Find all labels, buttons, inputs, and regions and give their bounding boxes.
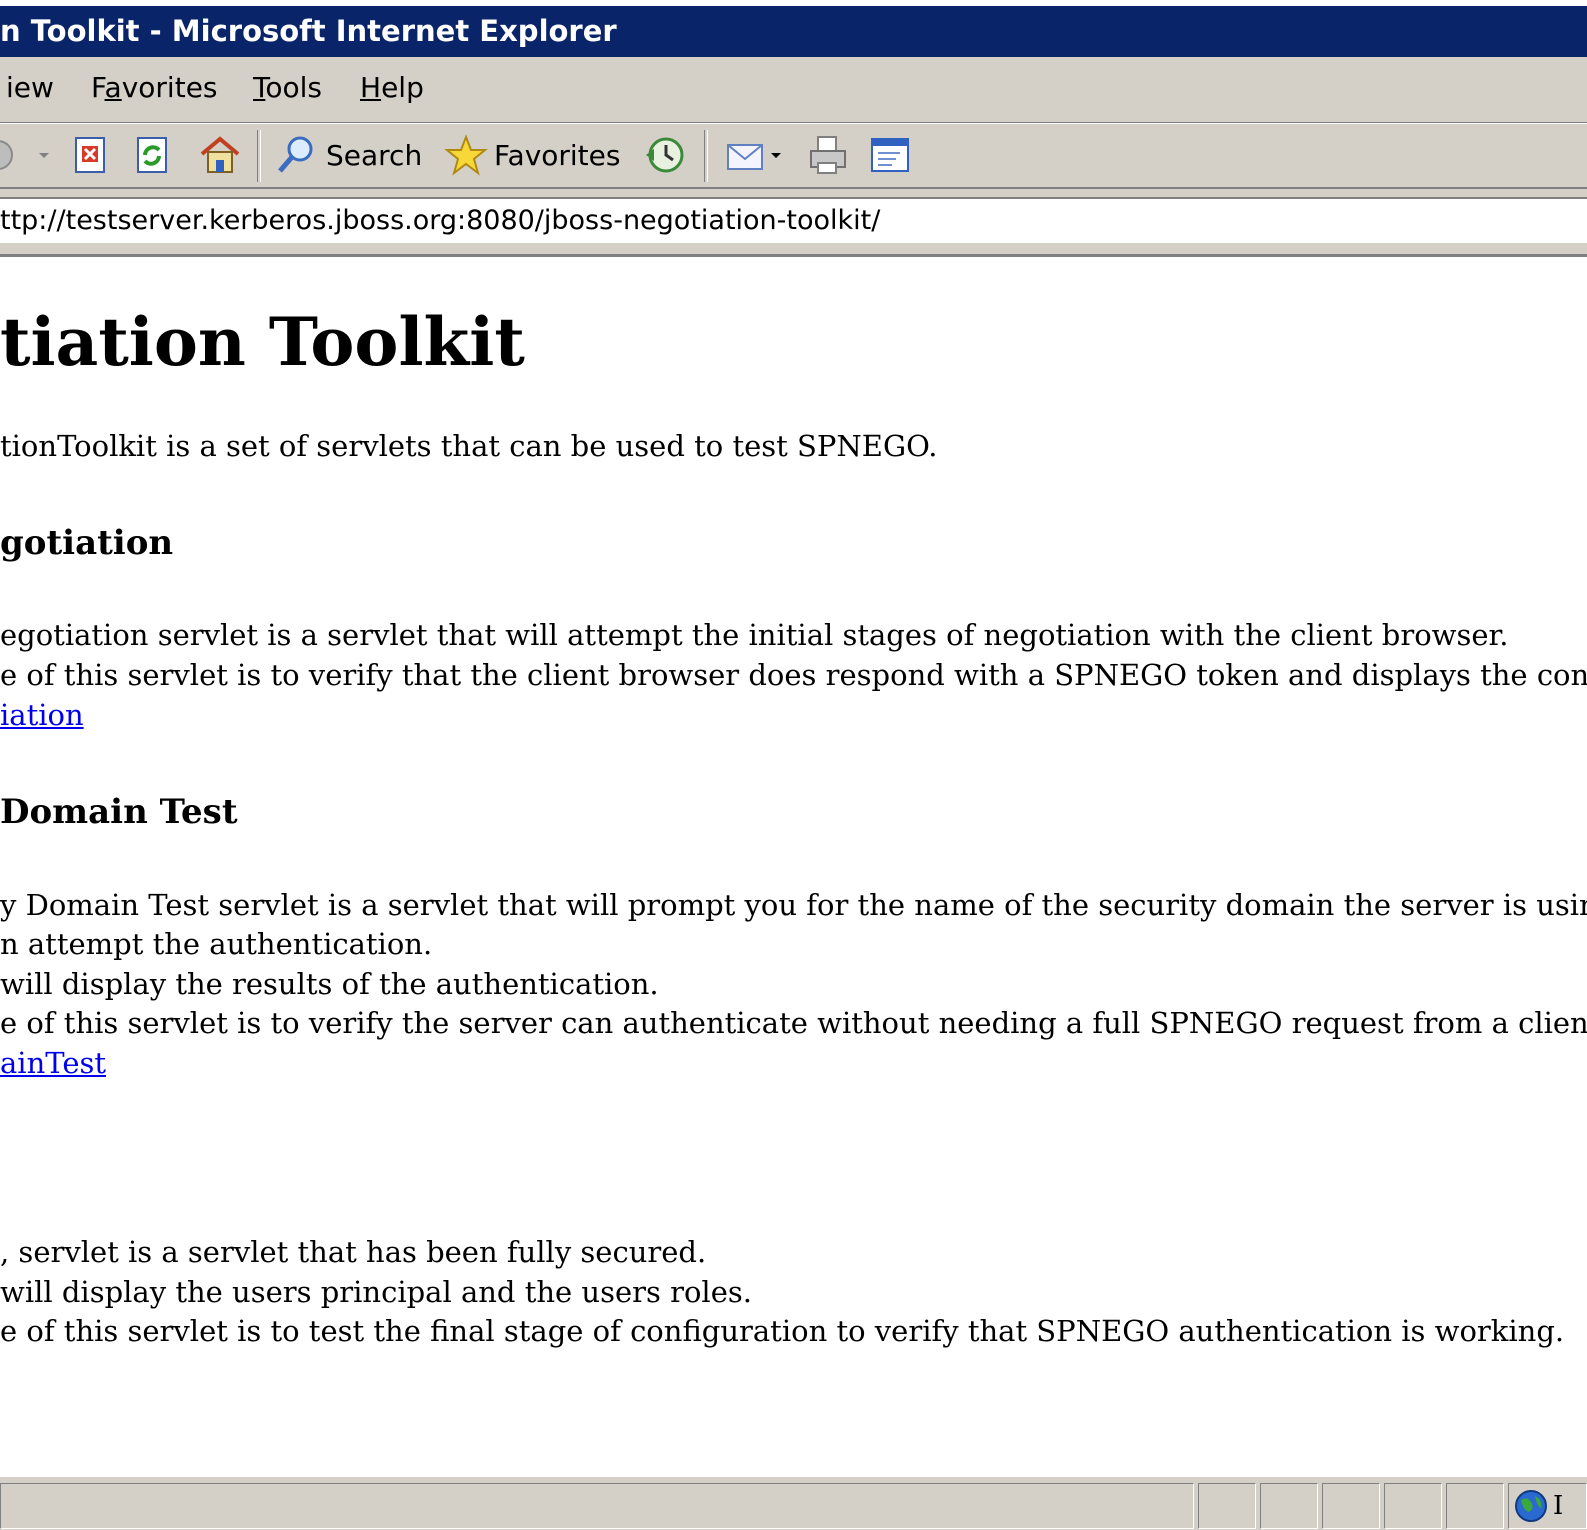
toolbar-separator-2 [704,130,708,182]
section-text: e of this servlet is to verify the serve… [0,1006,1587,1040]
refresh-button[interactable] [134,132,172,178]
title-bar: n Toolkit - Microsoft Internet Explorer [0,0,1587,57]
zone-text: I [1553,1491,1564,1521]
address-bar: ttp://testserver.kerberos.jboss.org:8080… [0,189,1587,257]
section-text: y Domain Test servlet is a servlet that … [0,888,1587,922]
search-button[interactable]: Search [274,132,422,178]
status-pane [1260,1483,1318,1529]
edit-icon [871,138,909,172]
globe-icon [1515,1490,1547,1522]
menu-view-label: iew [6,71,54,104]
section-text: will display the users principal and the… [0,1275,752,1309]
mail-button[interactable] [724,132,784,178]
menu-help[interactable]: Help [360,71,424,104]
menu-view[interactable]: iew [0,71,54,104]
status-text-pane [0,1483,1194,1529]
status-pane [1198,1483,1256,1529]
address-url: ttp://testserver.kerberos.jboss.org:8080… [0,205,881,236]
refresh-icon [137,137,167,173]
domain-test-link[interactable]: ainTest [0,1046,106,1080]
forward-icon [0,140,13,170]
history-icon [646,137,684,173]
menu-favorites[interactable]: Favorites [91,71,218,104]
status-pane [1384,1483,1442,1529]
print-button[interactable] [806,132,850,178]
section-text: will display the results of the authenti… [0,967,659,1001]
toolbar: Search Favorites [0,123,1587,189]
section-text: egotiation servlet is a servlet that wil… [0,618,1509,652]
intro-text: tionToolkit is a set of servlets that ca… [0,429,938,463]
menu-favorites-label: Favorites [91,71,218,104]
section-text: e of this servlet is to test the final s… [0,1314,1565,1348]
stop-button[interactable] [72,132,110,178]
section-heading: Domain Test [0,792,238,832]
zone-pane: I [1508,1483,1587,1529]
home-button[interactable] [198,132,242,178]
section-text: e of this servlet is to verify that the … [0,658,1587,692]
status-pane [1446,1483,1504,1529]
page-content: tiation Toolkit tionToolkit is a set of … [0,257,1587,1475]
window-title: n Toolkit - Microsoft Internet Explorer [0,14,617,48]
page-title: tiation Toolkit [0,303,525,381]
status-bar: I [0,1475,1587,1530]
chevron-down-icon [771,153,781,158]
home-icon [200,136,240,173]
menu-help-label: Help [360,71,424,104]
edit-button[interactable] [868,132,912,178]
toolbar-separator [257,130,261,182]
print-icon [810,136,846,174]
menu-bar: iew Favorites Tools Help [0,57,1587,123]
section-text: , servlet is a servlet that has been ful… [0,1235,707,1269]
favorites-button-label: Favorites [494,138,621,172]
chevron-down-icon [39,153,49,158]
mail-icon [727,144,763,170]
negotiation-link[interactable]: iation [0,698,84,732]
stop-icon [75,137,105,173]
section-heading: gotiation [0,523,174,563]
forward-button[interactable] [0,132,16,178]
menu-tools[interactable]: Tools [253,71,322,104]
search-icon [278,136,313,173]
menu-tools-label: Tools [253,71,322,104]
favorites-button[interactable]: Favorites [444,132,620,178]
search-button-label: Search [326,138,423,172]
favorites-star-icon [444,134,488,176]
section-text: n attempt the authentication. [0,927,433,961]
address-input[interactable]: ttp://testserver.kerberos.jboss.org:8080… [0,197,1587,243]
status-pane [1322,1483,1380,1529]
forward-dropdown[interactable] [36,132,52,178]
history-button[interactable] [642,132,688,178]
